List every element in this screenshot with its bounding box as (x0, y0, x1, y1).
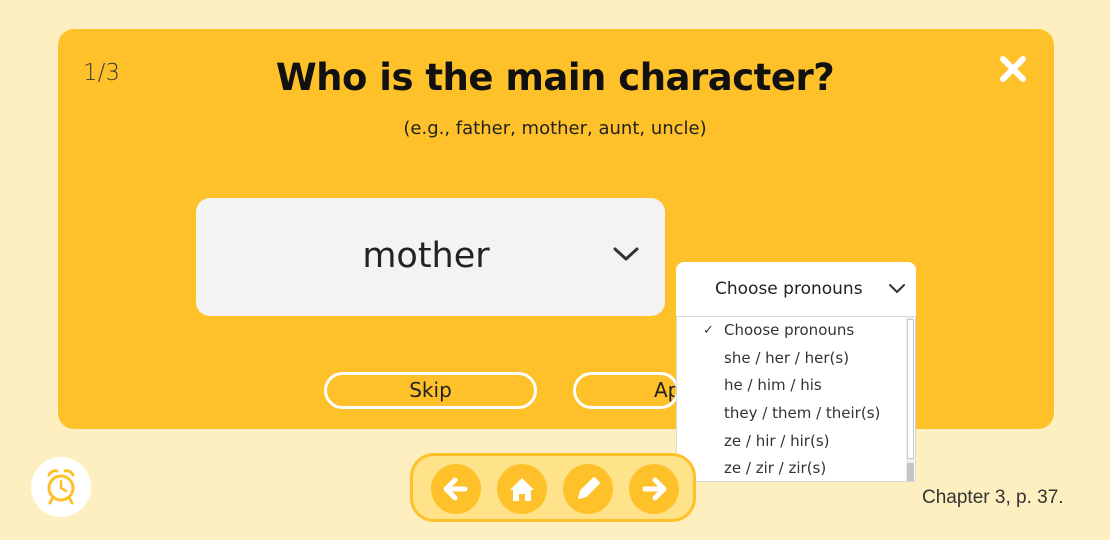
scrollbar-thumb[interactable] (907, 319, 914, 459)
pronoun-option[interactable]: ze / zir / zir(s) (677, 455, 915, 481)
arrow-right-icon (642, 477, 667, 501)
skip-button[interactable]: Skip (324, 372, 537, 409)
chevron-down-icon (889, 284, 905, 293)
question-title: Who is the main character? (275, 56, 835, 99)
scrollbar-track-end (907, 463, 914, 481)
back-button[interactable] (431, 464, 481, 514)
pronoun-option[interactable]: she / her / her(s) (677, 345, 915, 373)
pronoun-option-label: he / him / his (724, 376, 822, 395)
pronoun-select-value: Choose pronouns (715, 279, 863, 299)
home-icon (510, 478, 534, 501)
pronoun-option[interactable]: they / them / their(s) (677, 400, 915, 428)
page-reference: Chapter 3, p. 37. (922, 487, 1064, 508)
pronoun-option[interactable]: ✓ Choose pronouns (677, 317, 915, 345)
arrow-left-icon (443, 477, 468, 501)
character-select-value: mother (362, 236, 490, 276)
alarm-clock-button[interactable] (31, 457, 91, 517)
character-select[interactable]: mother (196, 198, 665, 316)
pronoun-option-label: they / them / their(s) (724, 404, 881, 423)
pronoun-select[interactable]: Choose pronouns (676, 262, 916, 316)
pronoun-option[interactable]: he / him / his (677, 372, 915, 400)
apply-button[interactable]: Ap (573, 372, 679, 409)
forward-button[interactable] (629, 464, 679, 514)
pronoun-option-label: she / her / her(s) (724, 348, 850, 367)
home-button[interactable] (497, 464, 547, 514)
bottom-nav (410, 453, 696, 522)
pronoun-option-label: ze / hir / hir(s) (724, 431, 830, 450)
pronoun-dropdown-list: ✓ Choose pronouns she / her / her(s) he … (676, 316, 916, 482)
edit-button[interactable] (563, 464, 613, 514)
pronoun-option-label: Choose pronouns (724, 321, 855, 339)
question-hint: (e.g., father, mother, aunt, uncle) (403, 118, 707, 139)
check-icon: ✓ (703, 323, 714, 338)
pronoun-option-label: ze / zir / zir(s) (724, 459, 827, 478)
alarm-clock-icon (47, 469, 75, 505)
pencil-icon (578, 477, 600, 499)
chevron-down-icon (613, 247, 639, 261)
pronoun-option[interactable]: ze / hir / hir(s) (677, 428, 915, 456)
dropdown-scrollbar[interactable] (906, 317, 914, 481)
